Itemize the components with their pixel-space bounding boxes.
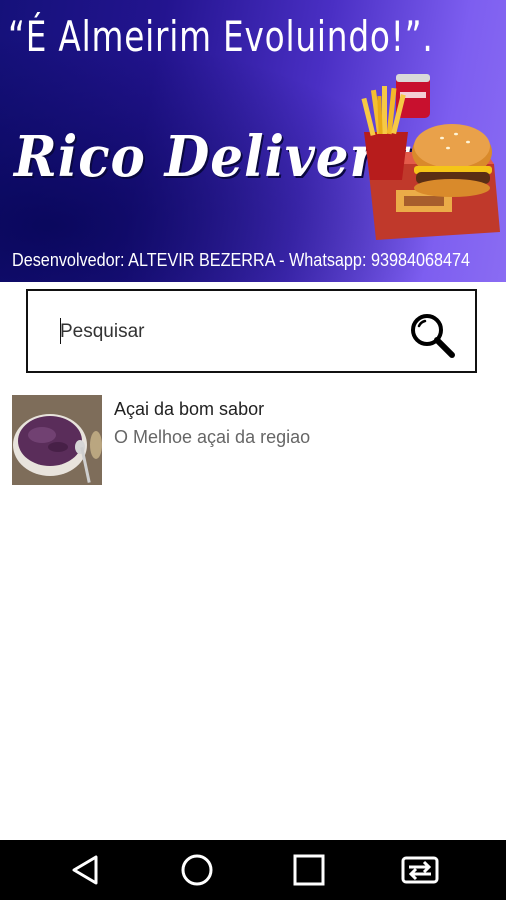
food-combo-illustration <box>361 74 500 240</box>
search-icon[interactable] <box>408 311 456 359</box>
back-icon[interactable] <box>64 850 108 890</box>
text-cursor <box>60 318 61 344</box>
app-screen: “É Almeirim Evoluindo!”. Rico Delivery D… <box>0 0 506 900</box>
system-navigation-bar <box>0 840 506 900</box>
banner-slogan: “É Almeirim Evoluindo!”. <box>8 12 434 61</box>
search-bar[interactable] <box>26 289 477 373</box>
item-title: Açai da bom sabor <box>114 399 265 419</box>
switch-apps-icon[interactable] <box>398 850 442 890</box>
search-input[interactable] <box>60 317 390 347</box>
developer-credit: Desenvolvedor: ALTEVIR BEZERRA - Whatsap… <box>12 250 471 270</box>
list-item[interactable]: Açai da bom sabor O Melhoe açai da regia… <box>0 392 506 488</box>
recents-icon[interactable] <box>287 850 331 890</box>
brand-logo-text: Rico Delivery <box>14 124 409 190</box>
acai-bowl-image <box>12 395 102 485</box>
item-subtitle: O Melhoe açai da regiao <box>114 427 311 447</box>
home-icon[interactable] <box>175 850 219 890</box>
header-banner: “É Almeirim Evoluindo!”. Rico Delivery D… <box>0 0 506 282</box>
